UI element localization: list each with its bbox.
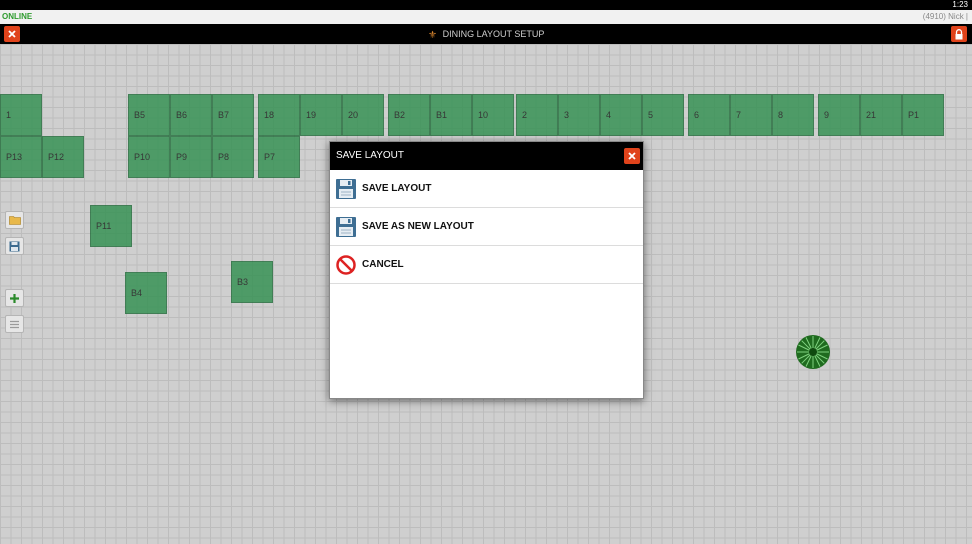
table-tile[interactable]: 19 — [300, 94, 342, 136]
plant-decoration-icon[interactable] — [795, 334, 831, 370]
table-tile[interactable]: B3 — [231, 261, 273, 303]
table-tile[interactable]: 3 — [558, 94, 600, 136]
table-tile[interactable]: 7 — [730, 94, 772, 136]
lock-icon — [955, 28, 963, 39]
clock: 1:23 — [952, 0, 968, 9]
lock-button[interactable] — [951, 26, 967, 42]
open-layout-button[interactable] — [5, 211, 24, 229]
floppy-disk-icon — [335, 216, 357, 238]
list-button[interactable] — [5, 315, 24, 333]
table-tile[interactable]: 6 — [688, 94, 730, 136]
save-layout-dialog: SAVE LAYOUT SAVE LAYOUT SAVE AS NEW LAYO… — [329, 141, 644, 399]
table-tile[interactable]: 20 — [342, 94, 384, 136]
table-tile[interactable]: 21 — [860, 94, 902, 136]
cancel-option[interactable]: CANCEL — [330, 246, 643, 284]
table-tile[interactable]: B2 — [388, 94, 430, 136]
table-tile[interactable]: B6 — [170, 94, 212, 136]
connection-status: ONLINE — [2, 12, 33, 21]
close-icon — [8, 30, 16, 38]
table-tile[interactable]: P13 — [0, 136, 42, 178]
table-tile[interactable]: P7 — [258, 136, 300, 178]
table-tile[interactable]: P8 — [212, 136, 254, 178]
table-tile[interactable]: 2 — [516, 94, 558, 136]
table-tile[interactable]: B7 — [212, 94, 254, 136]
list-icon — [10, 320, 19, 328]
table-tile[interactable]: 18 — [258, 94, 300, 136]
current-user: (4910) Nick | — [922, 12, 968, 21]
dining-icon: ⚜ — [428, 30, 438, 41]
save-layout-option[interactable]: SAVE LAYOUT — [330, 170, 643, 208]
table-tile[interactable]: 9 — [818, 94, 860, 136]
info-bar: ONLINE (4910) Nick | — [0, 10, 972, 24]
close-button[interactable] — [4, 26, 20, 42]
dialog-header: SAVE LAYOUT — [330, 142, 643, 170]
table-tile[interactable]: 8 — [772, 94, 814, 136]
dialog-close-button[interactable] — [624, 148, 640, 164]
floppy-disk-icon — [9, 241, 20, 251]
save-as-new-layout-option[interactable]: SAVE AS NEW LAYOUT — [330, 208, 643, 246]
table-tile[interactable]: B4 — [125, 272, 167, 314]
dialog-title: SAVE LAYOUT — [336, 150, 404, 161]
table-tile[interactable]: P1 — [902, 94, 944, 136]
table-tile[interactable]: 10 — [472, 94, 514, 136]
table-tile[interactable]: 1 — [0, 94, 42, 136]
add-table-button[interactable] — [5, 289, 24, 307]
table-tile[interactable]: P10 — [128, 136, 170, 178]
page-title: ⚜ DINING LAYOUT SETUP — [428, 29, 545, 41]
close-icon — [628, 152, 636, 160]
table-tile[interactable]: B1 — [430, 94, 472, 136]
folder-icon — [8, 216, 21, 225]
table-tile[interactable]: 4 — [600, 94, 642, 136]
table-tile[interactable]: P11 — [90, 205, 132, 247]
prohibited-icon — [335, 254, 357, 276]
plus-icon — [10, 293, 19, 303]
table-tile[interactable]: P9 — [170, 136, 212, 178]
table-tile[interactable]: B5 — [128, 94, 170, 136]
title-bar: ⚜ DINING LAYOUT SETUP — [0, 24, 972, 44]
table-tile[interactable]: 5 — [642, 94, 684, 136]
system-status-bar: 1:23 — [0, 0, 972, 10]
save-layout-button[interactable] — [5, 237, 24, 255]
table-tile[interactable]: P12 — [42, 136, 84, 178]
floppy-disk-icon — [335, 178, 357, 200]
